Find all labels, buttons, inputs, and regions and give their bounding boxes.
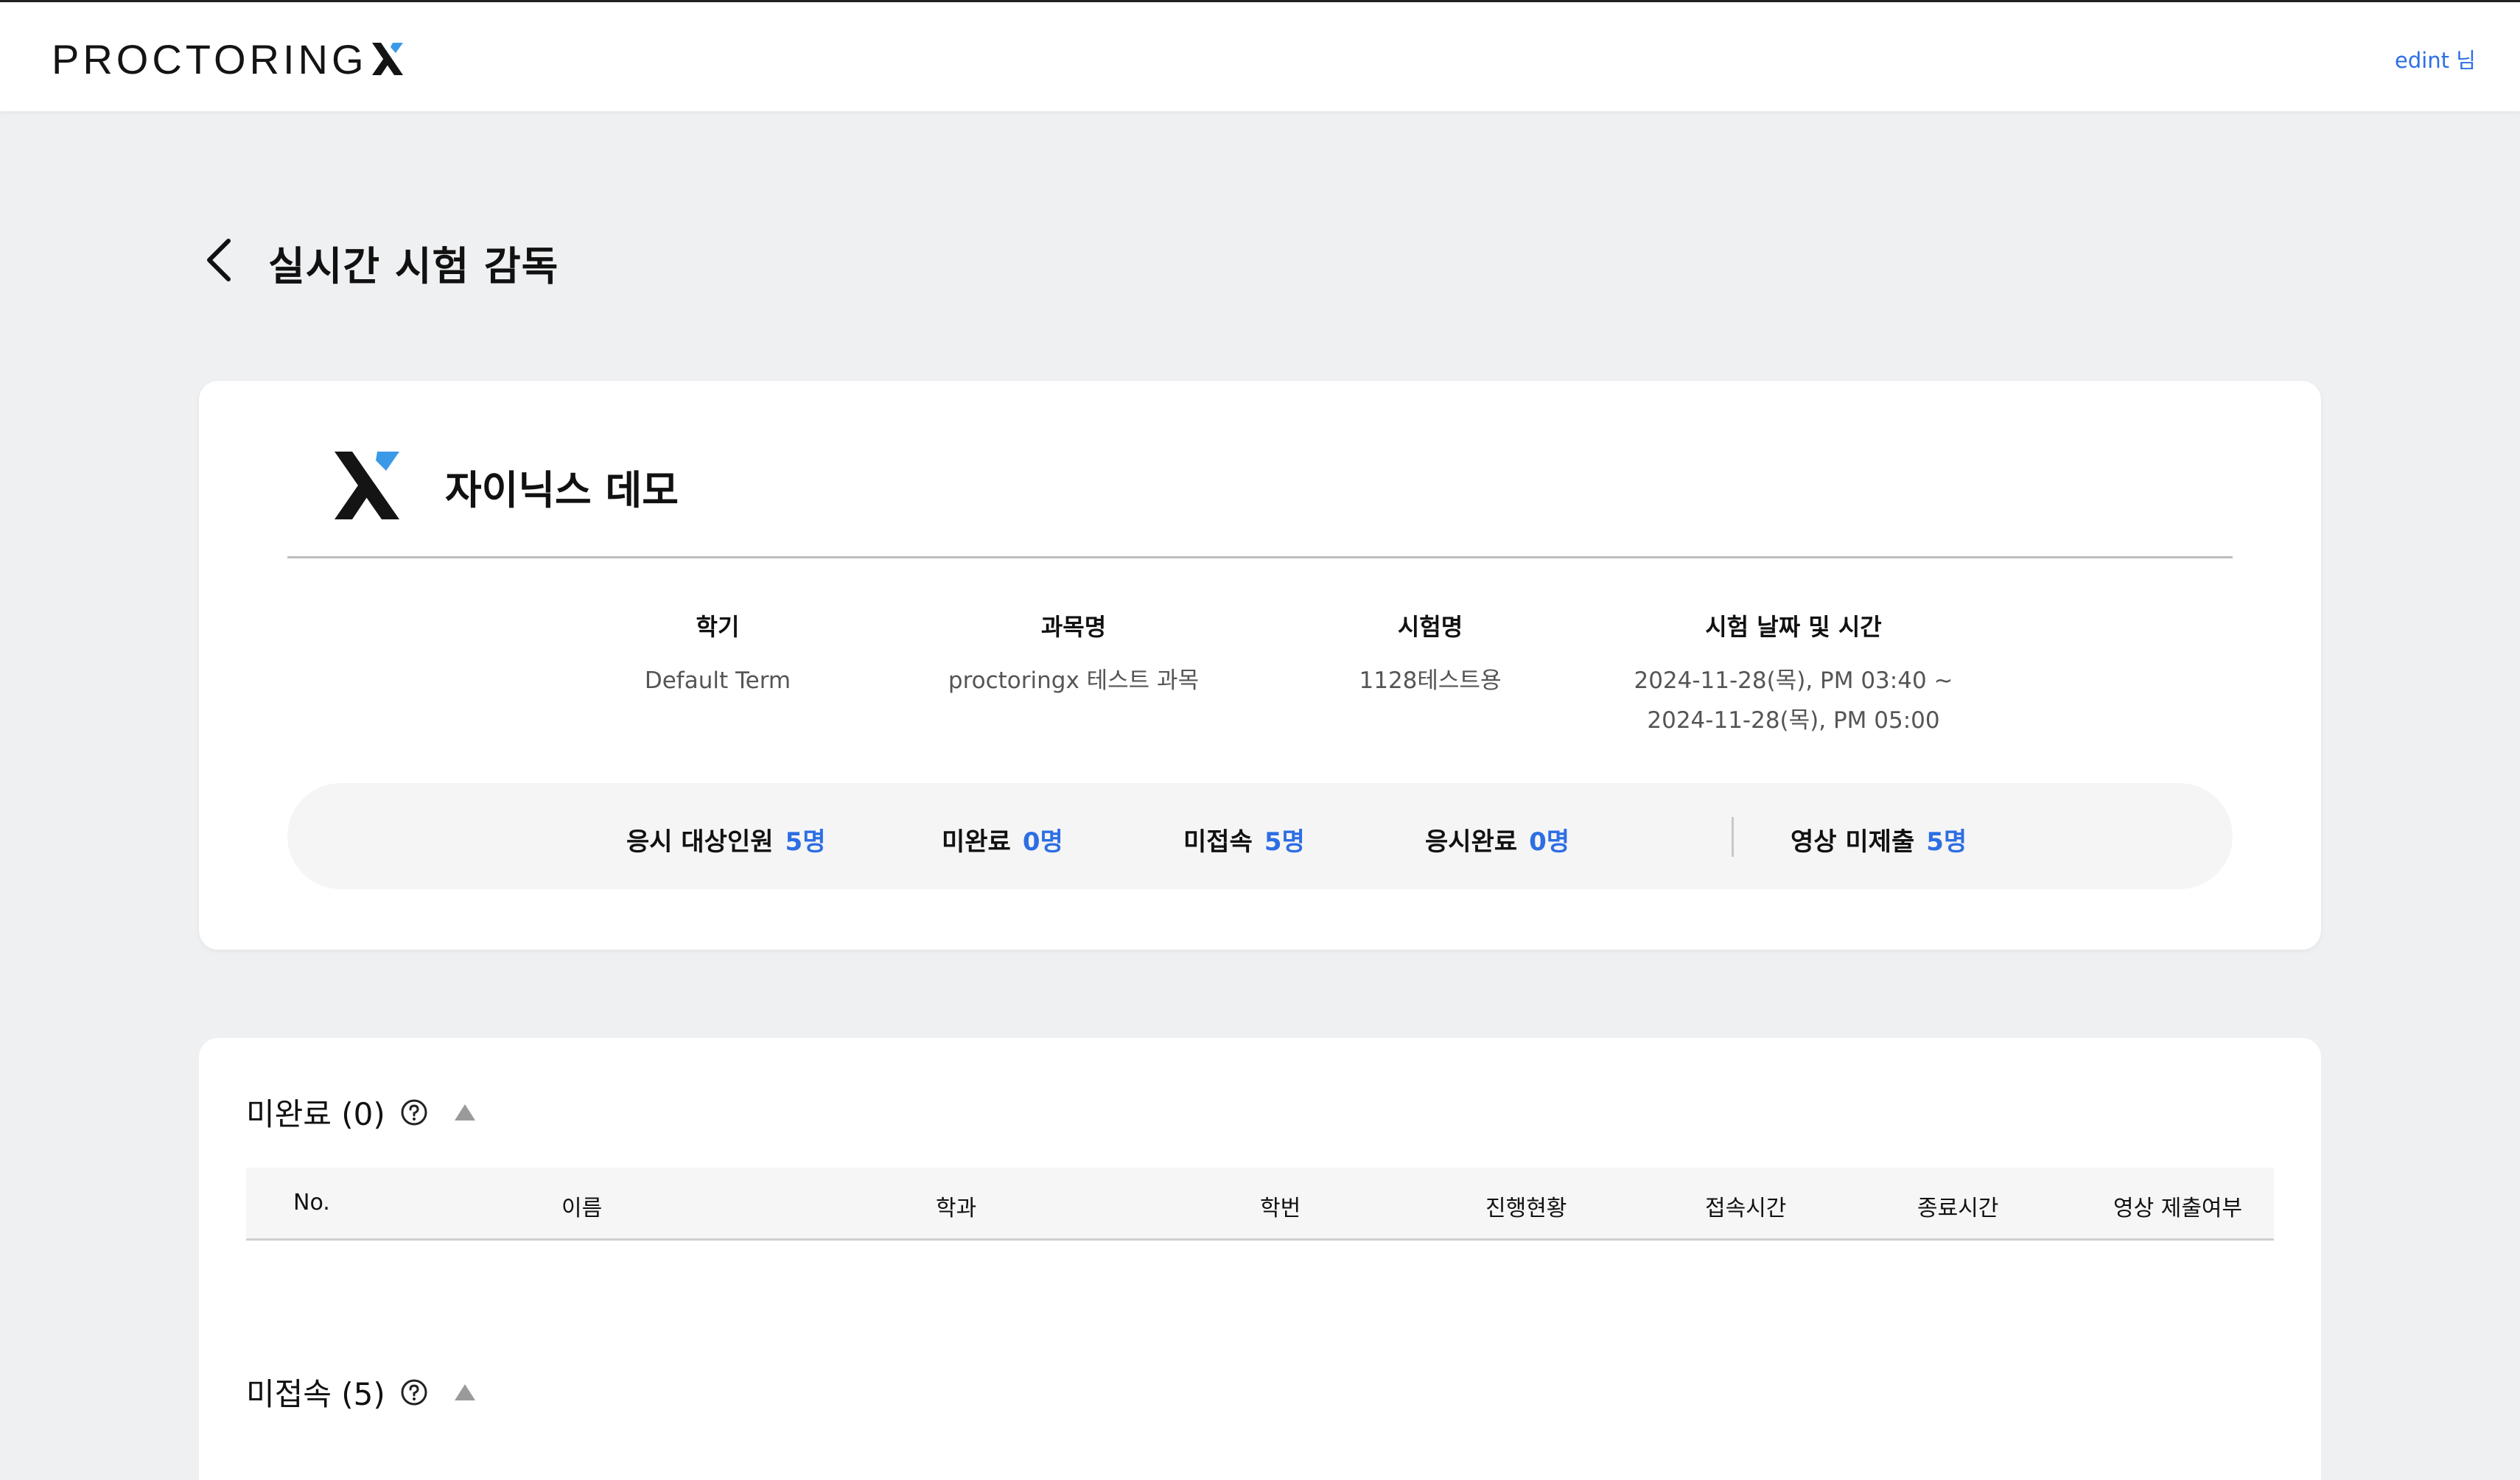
help-icon[interactable] <box>400 1098 428 1126</box>
column-header-no[interactable]: No. <box>293 1190 330 1216</box>
column-header-login-time[interactable]: 접속시간 <box>1705 1190 1786 1222</box>
stat-target: 응시 대상인원 5명 <box>626 821 825 858</box>
exam-end-time: 2024-11-28(목), PM 05:00 <box>1647 707 1940 734</box>
column-header-department[interactable]: 학과 <box>936 1190 976 1222</box>
brand-text: PROCTORING <box>52 35 368 83</box>
column-header-name[interactable]: 이름 <box>561 1190 602 1222</box>
stat-completed: 응시완료 0명 <box>1425 821 1569 858</box>
stat-video-not-submitted: 영상 미제출 5명 <box>1791 821 1967 858</box>
stat-completed-count: 0명 <box>1529 827 1570 857</box>
section-incomplete-title: 미완료 (0) <box>246 1096 385 1132</box>
user-menu-link[interactable]: edint 님 <box>2395 43 2476 74</box>
attendance-stats-bar: 응시 대상인원 5명 미완료 0명 미접속 5명 응시완료 0명 영상 미제출 5명 <box>287 783 2233 889</box>
column-header-end-time[interactable]: 종료시간 <box>1917 1190 1998 1222</box>
stat-not-connected: 미접속 5명 <box>1183 821 1305 858</box>
stat-video-not-submitted-label: 영상 미제출 <box>1791 827 1915 857</box>
page-title: 실시간 시험 감독 <box>268 243 559 290</box>
organization-logo <box>335 452 399 519</box>
stat-video-not-submitted-count: 5명 <box>1926 827 1967 857</box>
stat-incomplete: 미완료 0명 <box>942 821 1063 858</box>
top-navbar: PROCTORING edint 님 <box>0 2 2520 111</box>
back-arrow-icon[interactable] <box>200 236 237 284</box>
column-header-video-submitted[interactable]: 영상 제출여부 <box>2113 1190 2242 1222</box>
section-not-connected-title: 미접속 (5) <box>246 1376 385 1412</box>
organization-name: 자이닉스 데모 <box>445 467 679 513</box>
exam-datetime-value: 2024-11-28(목), PM 03:40 ~ 2024-11-28(목),… <box>1572 661 2015 740</box>
exam-datetime-field: 시험 날짜 및 시간 2024-11-28(목), PM 03:40 ~ 202… <box>1572 612 2015 740</box>
section-incomplete-header: 미완료 (0) <box>246 1090 477 1134</box>
divider <box>287 556 2233 558</box>
students-table-card: 미완료 (0) No. 이름 학과 학번 진행현황 접속시간 종료시간 영상 제… <box>199 1038 2321 1480</box>
table-header-row: No. 이름 학과 학번 진행현황 접속시간 종료시간 영상 제출여부 <box>246 1168 2274 1241</box>
section-not-connected-header: 미접속 (5) <box>246 1369 477 1414</box>
stat-not-connected-count: 5명 <box>1264 827 1305 857</box>
brand-logo[interactable]: PROCTORING <box>52 36 405 83</box>
collapse-triangle-icon[interactable] <box>453 1383 477 1402</box>
stat-target-label: 응시 대상인원 <box>626 827 774 857</box>
exam-datetime-label: 시험 날짜 및 시간 <box>1705 613 1882 641</box>
column-header-student-id[interactable]: 학번 <box>1260 1190 1301 1222</box>
exam-start-time: 2024-11-28(목), PM 03:40 ~ <box>1634 667 1953 694</box>
column-header-progress[interactable]: 진행현황 <box>1485 1190 1567 1222</box>
stat-target-count: 5명 <box>785 827 826 857</box>
stats-divider <box>1732 817 1734 857</box>
stat-incomplete-label: 미완료 <box>942 827 1011 857</box>
brand-x-icon <box>371 43 403 75</box>
stat-not-connected-label: 미접속 <box>1183 827 1253 857</box>
stat-incomplete-count: 0명 <box>1022 827 1063 857</box>
stat-completed-label: 응시완료 <box>1425 827 1518 857</box>
exam-info-card: 자이닉스 데모 학기 Default Term 과목명 proctoringx … <box>199 381 2321 950</box>
collapse-triangle-icon[interactable] <box>453 1103 477 1122</box>
help-icon[interactable] <box>400 1378 428 1406</box>
